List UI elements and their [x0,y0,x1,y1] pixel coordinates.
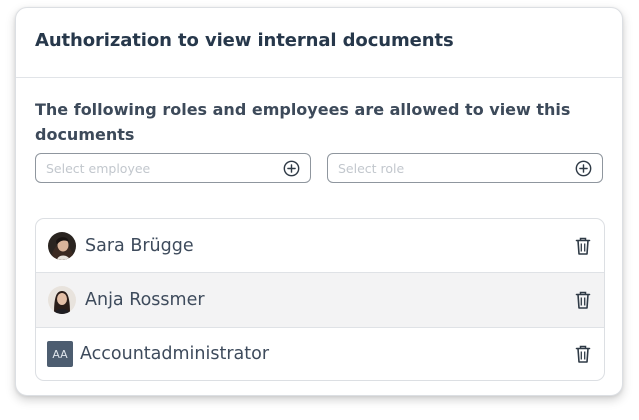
delete-trash-icon[interactable] [575,290,591,310]
employee-select[interactable]: Select employee [35,153,311,183]
role-select-placeholder: Select role [338,161,405,176]
delete-trash-icon[interactable] [575,236,591,256]
card-body: The following roles and employees are al… [16,78,622,381]
card-header: Authorization to view internal documents [16,8,622,78]
role-select[interactable]: Select role [327,153,603,183]
add-role-plus-circle-icon[interactable] [575,160,592,177]
role-name: Accountadministrator [80,344,270,364]
member-row: AA Accountadministrator [36,327,604,380]
member-name: Sara Brügge [85,235,194,256]
card-title: Authorization to view internal documents [35,30,454,51]
member-name: Anja Rossmer [85,290,205,310]
select-row: Select employee Select role [35,153,603,183]
add-employee-plus-circle-icon[interactable] [283,160,300,177]
employee-select-placeholder: Select employee [46,161,151,176]
role-avatar: AA [47,341,73,367]
member-row: Anja Rossmer [36,272,604,327]
delete-trash-icon[interactable] [575,344,591,364]
avatar-photo-icon [48,286,76,314]
authorization-card: Authorization to view internal documents… [15,7,623,396]
avatar [48,286,76,314]
member-row: Sara Brügge [36,219,604,272]
card-description: The following roles and employees are al… [35,100,571,144]
member-list: Sara Brügge Anja Rossmer AA Accountadmin… [35,218,605,381]
avatar [48,231,76,260]
avatar-photo-icon [48,231,76,260]
